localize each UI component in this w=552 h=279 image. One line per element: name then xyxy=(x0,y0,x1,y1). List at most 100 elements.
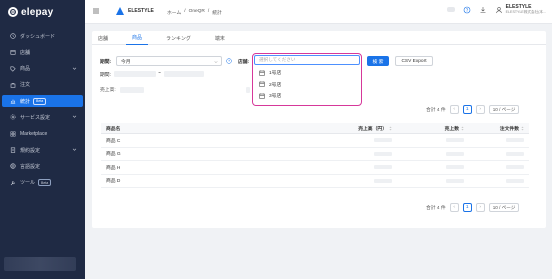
store-label: 店舗: xyxy=(238,60,250,65)
next-page-button[interactable]: › xyxy=(475,203,485,212)
sales-label: 売上高: xyxy=(100,88,116,93)
prev-page-button[interactable]: ‹ xyxy=(449,105,459,114)
clock-icon xyxy=(10,33,16,39)
sidebar-item-dashboard[interactable]: ダッシュボード xyxy=(2,30,83,42)
statistics-tabs: 店舗 商品 ランキング 端末 xyxy=(92,31,546,45)
sidebar-item-label: ダッシュボード xyxy=(20,33,56,40)
sidebar-item-service-settings[interactable]: サービス設定 xyxy=(2,111,83,123)
breadcrumb-sep: / xyxy=(184,9,186,14)
sales-redacted xyxy=(374,151,392,156)
store-option[interactable]: 3号店 xyxy=(254,90,360,102)
header-quantity[interactable]: 売上数 xyxy=(397,125,469,132)
sidebar-nav: ダッシュボード 店舗 商品 注文 統計 Beta サービス設定 Marketpl… xyxy=(0,30,85,193)
page-number-button[interactable]: 1 xyxy=(462,203,472,212)
header-orders-label: 注文件数 xyxy=(499,126,519,132)
sales-redacted xyxy=(374,178,392,183)
gear-icon xyxy=(10,114,16,121)
store-option[interactable]: 2号店 xyxy=(254,79,360,91)
product-name: 商品 D xyxy=(106,179,121,185)
header-sales-label: 売上高（円） xyxy=(358,126,387,132)
tab-products[interactable]: 商品 xyxy=(126,31,149,45)
breadcrumb-home[interactable]: ホーム xyxy=(167,9,181,16)
sidebar-item-tools[interactable]: ツール Beta xyxy=(2,177,83,189)
store-option-label: 3号店 xyxy=(269,94,282,100)
sidebar-item-marketplace[interactable]: Marketplace xyxy=(2,128,83,140)
tag-icon xyxy=(10,66,16,72)
store-dropdown: 選択してください 1号店 2号店 3号店 xyxy=(254,55,360,104)
sort-icon xyxy=(389,126,392,130)
table-row: 商品 D xyxy=(101,175,529,188)
menu-toggle-icon[interactable] xyxy=(91,6,101,16)
qty-redacted xyxy=(446,178,464,183)
tab-stores[interactable]: 店舗 xyxy=(92,31,114,45)
store-option[interactable]: 1号店 xyxy=(254,67,360,79)
breadcrumb-sep: / xyxy=(207,9,210,14)
period-start-redacted xyxy=(114,71,156,77)
beta-badge: Beta xyxy=(38,179,52,187)
store-select-input[interactable]: 選択してください xyxy=(254,55,360,65)
help-icon[interactable] xyxy=(226,58,232,64)
page-size-select[interactable]: 10 / ページ xyxy=(488,105,519,114)
brand-name: elepay xyxy=(21,6,54,18)
sidebar-item-statistics[interactable]: 統計 Beta xyxy=(2,95,83,108)
globe-icon xyxy=(10,163,16,169)
sidebar-item-label: 言語設定 xyxy=(20,163,41,170)
calendar-icon xyxy=(259,93,265,99)
header-sales[interactable]: 売上高（円） xyxy=(251,125,397,132)
period-select[interactable]: 今月 xyxy=(116,56,222,66)
tab-ranking[interactable]: ランキング xyxy=(160,31,197,45)
period-select-value: 今月 xyxy=(121,59,131,65)
header-actions: ELESTYLE ELESTYLE株式会社(本... xyxy=(446,4,546,15)
breadcrumb: ホーム / OneQR / 統計 xyxy=(167,9,222,16)
brand-logo[interactable]: elepay xyxy=(8,6,53,18)
sidebar-item-products[interactable]: 商品 xyxy=(2,63,83,75)
breadcrumb-oneqr[interactable]: OneQR xyxy=(189,9,205,16)
sidebar-item-stores[interactable]: 店舗 xyxy=(2,46,83,58)
sidebar-item-label: 店舗 xyxy=(20,49,31,56)
table-row: 商品 C xyxy=(101,134,529,148)
sidebar-item-terms[interactable]: 規約設定 xyxy=(2,144,83,156)
period-end-redacted xyxy=(164,71,204,77)
doc-icon xyxy=(10,147,16,153)
qty-redacted xyxy=(446,138,464,143)
sidebar-item-label: 規約設定 xyxy=(20,147,41,154)
tab-terminals[interactable]: 端末 xyxy=(209,31,231,45)
store-option-label: 2号店 xyxy=(269,82,282,88)
page-number-button[interactable]: 1 xyxy=(462,105,472,114)
qty-redacted xyxy=(446,165,464,170)
pagination-top: 合計 4 件 ‹ 1 › 10 / ページ xyxy=(426,105,519,114)
org-switcher[interactable]: ELESTYLE xyxy=(115,6,154,16)
header-product-name: 商品名 xyxy=(106,126,121,132)
user-org: ELESTYLE株式会社(本... xyxy=(505,10,546,14)
sidebar-item-language[interactable]: 言語設定 xyxy=(2,160,83,172)
sales-extra-redacted xyxy=(246,87,250,93)
sidebar-footer-redacted xyxy=(4,257,76,271)
search-button[interactable]: 検 索 xyxy=(367,56,389,66)
breadcrumb-current: 統計 xyxy=(212,11,222,16)
prev-page-button[interactable]: ‹ xyxy=(449,203,459,212)
sort-icon xyxy=(521,126,524,130)
range-separator: ~ xyxy=(158,71,161,76)
sidebar-item-label: サービス設定 xyxy=(20,114,51,121)
product-name: 商品 C xyxy=(106,138,121,144)
sidebar-item-orders[interactable]: 注文 xyxy=(2,79,83,91)
header-orders[interactable]: 注文件数 xyxy=(469,125,529,132)
store-options-list: 1号店 2号店 3号店 xyxy=(254,67,360,102)
header-redacted xyxy=(446,7,455,12)
wrench-icon xyxy=(10,180,16,186)
user-menu[interactable]: ELESTYLE ELESTYLE株式会社(本... xyxy=(495,4,546,15)
beta-badge: Beta xyxy=(33,97,47,105)
orders-redacted xyxy=(506,165,524,170)
bag-icon xyxy=(10,82,16,88)
store-select-placeholder: 選択してください xyxy=(259,57,296,62)
elepay-logo-icon xyxy=(8,7,18,17)
csv-export-button[interactable]: CSV Export xyxy=(395,56,433,66)
next-page-button[interactable]: › xyxy=(475,105,485,114)
page-size-select[interactable]: 10 / ページ xyxy=(488,203,519,212)
period-label: 期間: xyxy=(100,60,112,65)
chevron-down-icon xyxy=(72,67,77,70)
table-row: 商品 G xyxy=(101,148,529,161)
download-icon[interactable] xyxy=(479,6,487,14)
help-icon[interactable] xyxy=(463,6,471,14)
product-name: 商品 H xyxy=(106,165,121,171)
